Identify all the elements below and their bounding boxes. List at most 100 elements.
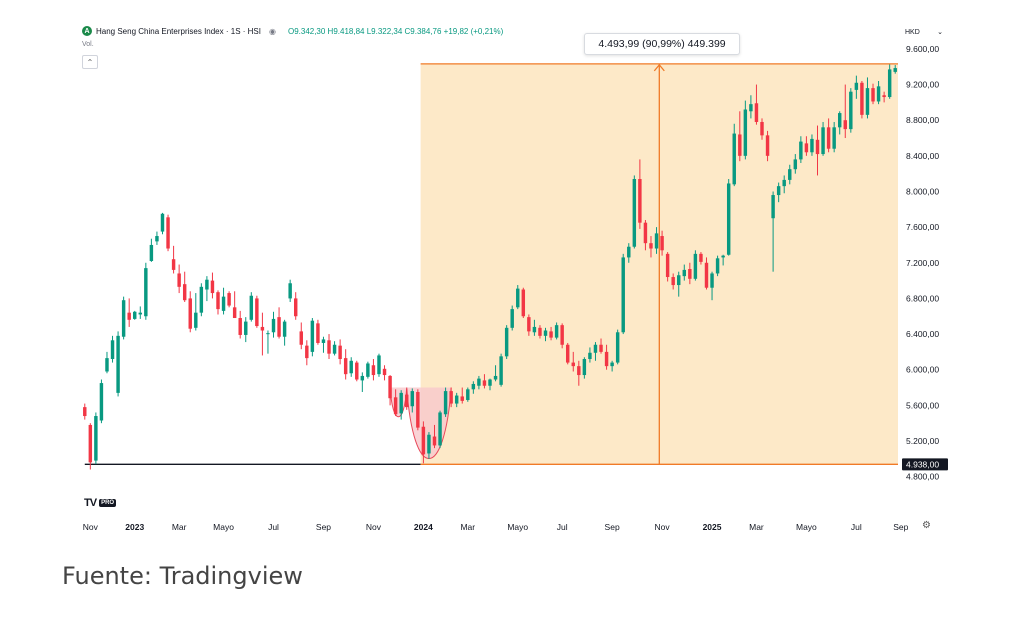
time-tick-label: 2023 bbox=[125, 522, 144, 532]
candle-body bbox=[643, 222, 648, 244]
time-tick-label: Sep bbox=[893, 522, 908, 532]
candle-body bbox=[493, 375, 498, 380]
price-tick-label: 6.400,00 bbox=[906, 329, 939, 339]
candle-body bbox=[654, 233, 659, 249]
candle-body bbox=[266, 333, 270, 335]
candle-body bbox=[227, 293, 231, 306]
currency-selector[interactable]: HKD ⌄ bbox=[902, 25, 946, 39]
candle-body bbox=[660, 236, 664, 251]
candle-body bbox=[804, 143, 809, 153]
candle-body bbox=[221, 296, 226, 311]
candle-body bbox=[416, 391, 420, 428]
candle-body bbox=[776, 186, 781, 196]
candle-body bbox=[316, 323, 320, 343]
candle-body bbox=[710, 273, 714, 288]
candle-body bbox=[449, 391, 453, 404]
candle-body bbox=[482, 380, 487, 386]
candle-body bbox=[510, 309, 514, 328]
candle-body bbox=[399, 392, 403, 414]
candle-body bbox=[560, 325, 564, 345]
candle-body bbox=[238, 318, 242, 335]
candle-body bbox=[138, 312, 143, 315]
time-tick-label: Mar bbox=[460, 522, 475, 532]
candle-body bbox=[504, 327, 509, 357]
candle-body bbox=[343, 358, 348, 375]
last-price-label: 4.938,00 bbox=[906, 459, 939, 469]
pro-badge: PRO bbox=[99, 499, 117, 507]
candle-body bbox=[205, 279, 209, 290]
candle-body bbox=[121, 300, 126, 337]
time-tick-label: Mar bbox=[749, 522, 764, 532]
candle-body bbox=[815, 139, 820, 155]
rounding-bottom-fill bbox=[390, 387, 407, 417]
candle-body bbox=[188, 298, 192, 329]
candle-body bbox=[110, 340, 115, 360]
price-tick-label: 9.600,00 bbox=[906, 44, 939, 54]
candle-body bbox=[749, 104, 753, 112]
price-tick-label: 7.600,00 bbox=[906, 222, 939, 232]
chevron-up-icon[interactable]: ⌃ bbox=[82, 55, 98, 69]
candle-body bbox=[310, 320, 315, 352]
candle-body bbox=[332, 344, 337, 354]
candle-body bbox=[532, 326, 537, 333]
candle-body bbox=[271, 318, 276, 333]
time-tick-label: Jul bbox=[851, 522, 862, 532]
candle-body bbox=[715, 258, 720, 274]
candle-body bbox=[599, 344, 603, 352]
candle-body bbox=[355, 362, 359, 380]
price-tick-label: 7.200,00 bbox=[906, 258, 939, 268]
candle-body bbox=[232, 307, 237, 319]
price-tick-label: 8.000,00 bbox=[906, 186, 939, 196]
candle-body bbox=[726, 183, 731, 255]
chart-area[interactable]: 9.600,00 9.200,00 8.800,00 8.400,00 8.000,00… bbox=[76, 20, 956, 540]
candle-body bbox=[116, 335, 120, 393]
symbol-title[interactable]: Hang Seng China Enterprises Index · 1S ·… bbox=[96, 27, 261, 36]
candle-body bbox=[427, 434, 431, 454]
candle-body bbox=[405, 394, 409, 408]
candle-body bbox=[371, 365, 376, 376]
candle-body bbox=[793, 159, 798, 170]
candle-body bbox=[499, 356, 503, 385]
candlestick-chart[interactable]: 9.600,00 9.200,00 8.800,00 8.400,00 8.000,00… bbox=[76, 20, 956, 540]
candle-body bbox=[543, 330, 548, 336]
candle-body bbox=[565, 344, 570, 363]
candle-body bbox=[593, 344, 598, 353]
candle-body bbox=[882, 95, 886, 98]
candle-body bbox=[876, 86, 881, 102]
candle-body bbox=[621, 257, 625, 333]
candle-body bbox=[627, 246, 631, 258]
candle-body bbox=[438, 412, 442, 446]
time-tick-label: 2024 bbox=[414, 522, 433, 532]
tradingview-logo[interactable]: TV PRO bbox=[84, 497, 117, 509]
candle-body bbox=[133, 311, 137, 319]
candle-body bbox=[194, 312, 198, 328]
candle-body bbox=[849, 91, 853, 130]
candle-body bbox=[349, 360, 353, 374]
tv-mark: TV bbox=[84, 497, 97, 509]
candle-body bbox=[299, 331, 303, 345]
candle-body bbox=[521, 289, 526, 317]
price-tick-label: 8.800,00 bbox=[906, 115, 939, 125]
candle-body bbox=[799, 141, 803, 160]
gear-icon[interactable]: ⚙ bbox=[921, 520, 932, 531]
candle-body bbox=[837, 113, 842, 128]
candle-body bbox=[255, 298, 259, 327]
candle-body bbox=[88, 424, 93, 463]
candle-body bbox=[571, 362, 575, 367]
candle-body bbox=[171, 259, 176, 270]
candle-body bbox=[293, 298, 298, 317]
time-tick-label: Nov bbox=[366, 522, 382, 532]
time-tick-label: Jul bbox=[557, 522, 568, 532]
eye-icon[interactable]: ◉ bbox=[269, 27, 276, 36]
volume-legend[interactable]: Vol. bbox=[82, 41, 94, 48]
candle-body bbox=[760, 121, 764, 136]
ohlc-readout: O9.342,30 H9.418,84 L9.322,34 C9.384,76 … bbox=[287, 26, 504, 36]
candle-body bbox=[810, 138, 814, 153]
time-tick-label: Jul bbox=[268, 522, 279, 532]
candle-body bbox=[854, 82, 859, 90]
candle-body bbox=[582, 359, 587, 376]
candle-body bbox=[549, 331, 553, 338]
candle-body bbox=[216, 292, 220, 310]
time-tick-label: Nov bbox=[655, 522, 671, 532]
candle-body bbox=[471, 383, 476, 390]
